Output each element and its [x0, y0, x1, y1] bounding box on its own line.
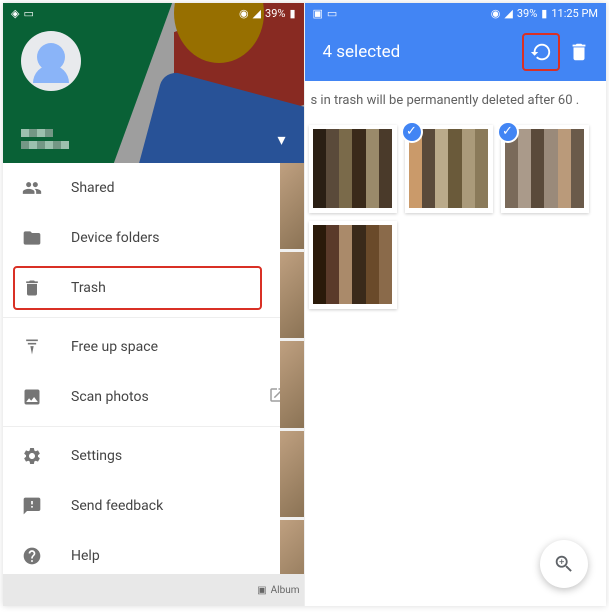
divider — [3, 426, 304, 427]
trash-selection-pane: ▣ ▭ ◉ ◢ 39% ▮ 11:25 PM 4 selected s — [305, 3, 607, 606]
help-icon — [21, 545, 43, 567]
check-icon: ✓ — [401, 121, 423, 143]
account-switcher[interactable]: ▾ — [21, 129, 286, 149]
feedback-icon — [21, 495, 43, 517]
trash-icon — [568, 41, 590, 63]
folder-icon — [21, 227, 43, 249]
menu-item-trash[interactable]: Trash — [3, 263, 304, 313]
status-bar-left: ◈ ▭ ◉ ◢ 39% ▮ — [3, 3, 304, 23]
menu-item-scan-photos[interactable]: Scan photos — [3, 372, 304, 422]
background-gallery-strip — [280, 163, 304, 606]
menu-label: Help — [71, 548, 100, 564]
drawer-header: ◈ ▭ ◉ ◢ 39% ▮ ▾ — [3, 3, 304, 163]
divider — [3, 317, 304, 318]
drawer-pane: ◈ ▭ ◉ ◢ 39% ▮ ▾ Shared — [3, 3, 305, 606]
photo-thumb[interactable]: ✓ — [405, 125, 493, 213]
wifi-icon: ◈ — [11, 7, 19, 20]
chevron-down-icon[interactable]: ▾ — [277, 130, 285, 149]
trash-banner: s in trash will be permanently deleted a… — [305, 81, 607, 121]
photo-thumb[interactable]: ✓ — [501, 125, 589, 213]
signal-icon: ◢ — [504, 7, 512, 20]
clock: 11:25 PM — [551, 7, 598, 20]
battery-icon: ▮ — [541, 7, 547, 20]
selection-count: 4 selected — [323, 42, 527, 62]
check-icon: ✓ — [497, 121, 519, 143]
wifi-icon: ◉ — [239, 7, 249, 20]
restore-button[interactable] — [526, 37, 556, 67]
appbar: ▣ ▭ ◉ ◢ 39% ▮ 11:25 PM 4 selected — [305, 3, 607, 81]
scan-icon — [21, 386, 43, 408]
photo-thumb[interactable] — [309, 221, 397, 309]
menu-label: Shared — [71, 180, 115, 196]
menu-label: Send feedback — [71, 498, 163, 514]
signal-icon: ◢ — [253, 7, 261, 20]
album-tab-icon[interactable]: ▣ — [257, 585, 266, 596]
sim-icon: ▭ — [23, 7, 33, 20]
menu-label: Trash — [71, 280, 106, 296]
bottom-nav: ▣ Album — [3, 574, 304, 606]
status-bar-right: ▣ ▭ ◉ ◢ 39% ▮ 11:25 PM — [305, 3, 607, 23]
broom-icon — [21, 336, 43, 358]
battery-percent: 39% — [517, 7, 537, 20]
menu-item-shared[interactable]: Shared — [3, 163, 304, 213]
menu-item-settings[interactable]: Settings — [3, 431, 304, 481]
menu-label: Device folders — [71, 230, 159, 246]
magnify-plus-icon — [553, 553, 575, 575]
menu-label: Settings — [71, 448, 122, 464]
trash-icon — [21, 277, 43, 299]
drawer-menu: Shared Device folders Trash Free up spac… — [3, 163, 304, 581]
avatar[interactable] — [21, 31, 81, 91]
account-name-redacted — [21, 129, 69, 149]
highlight-annotation — [522, 33, 560, 71]
menu-item-send-feedback[interactable]: Send feedback — [3, 481, 304, 531]
wifi-icon: ◉ — [491, 7, 501, 20]
photo-thumb[interactable] — [309, 125, 397, 213]
battery-percent: 39% — [265, 7, 285, 20]
battery-icon: ▮ — [289, 7, 295, 20]
album-tab-label[interactable]: Album — [271, 585, 300, 596]
menu-item-device-folders[interactable]: Device folders — [3, 213, 304, 263]
photo-grid: ✓ ✓ — [305, 121, 607, 313]
menu-label: Scan photos — [71, 389, 149, 405]
image-icon: ▣ — [313, 7, 323, 20]
menu-item-free-up-space[interactable]: Free up space — [3, 322, 304, 372]
menu-label: Free up space — [71, 339, 158, 355]
doc-icon: ▭ — [327, 7, 337, 20]
delete-forever-button[interactable] — [564, 37, 594, 67]
gear-icon — [21, 445, 43, 467]
zoom-fab[interactable] — [540, 540, 588, 588]
group-icon — [21, 177, 43, 199]
